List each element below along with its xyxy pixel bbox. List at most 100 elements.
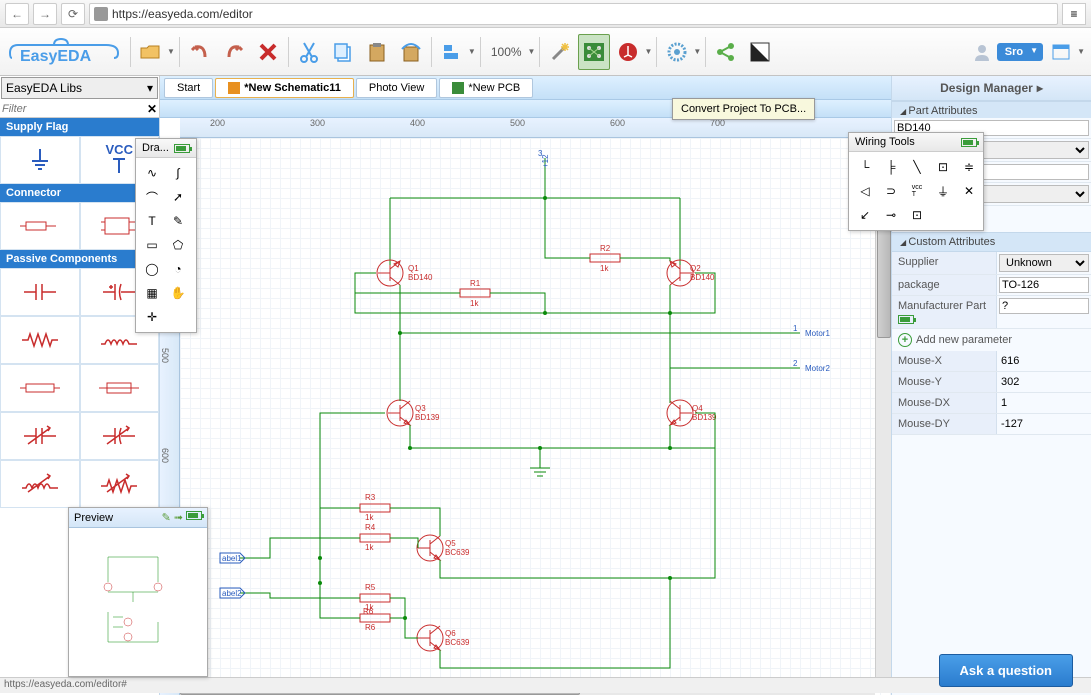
attr-supplier-value[interactable]: Unknown bbox=[999, 254, 1089, 272]
tool-origin[interactable]: ✛ bbox=[140, 306, 164, 328]
share-button[interactable] bbox=[710, 34, 742, 70]
mouse-y-value: 302 bbox=[997, 372, 1091, 392]
url-input[interactable] bbox=[112, 7, 1053, 21]
back-button[interactable]: ← bbox=[5, 3, 29, 25]
tool-bus[interactable]: ╞ bbox=[879, 156, 903, 178]
add-parameter-button[interactable]: +Add new parameter bbox=[892, 329, 1091, 351]
draw-palette[interactable]: Dra... ∿ ∫ ⌒ ➚ T ✎ ▭ ⬠ ◯ ◔ ▦ ✋ ✛ bbox=[135, 138, 197, 333]
forward-button[interactable]: → bbox=[33, 3, 57, 25]
browser-menu-button[interactable]: ≡ bbox=[1062, 3, 1086, 25]
tool-image[interactable]: ▦ bbox=[140, 282, 164, 304]
pcb-button[interactable] bbox=[578, 34, 610, 70]
redo-button[interactable] bbox=[218, 34, 250, 70]
lib-gnd[interactable] bbox=[0, 136, 80, 184]
tool-group[interactable]: ⊡ bbox=[905, 204, 929, 226]
wand-button[interactable] bbox=[544, 34, 576, 70]
lib-cap-np[interactable] bbox=[0, 268, 80, 316]
svg-text:Q3: Q3 bbox=[415, 404, 426, 413]
tool-pin[interactable]: ⊸ bbox=[879, 204, 903, 226]
tool-wire[interactable]: └ bbox=[853, 156, 877, 178]
tool-noconnect[interactable]: ✕ bbox=[957, 180, 981, 202]
ruler-horizontal: 200 300 400 500 600 700 bbox=[180, 118, 891, 138]
pdf-button[interactable] bbox=[612, 34, 644, 70]
tab-new-schematic[interactable]: *New Schematic11 bbox=[215, 78, 354, 98]
tab-start[interactable]: Start bbox=[164, 78, 213, 98]
libs-select[interactable]: EasyEDA Libs▾ bbox=[1, 77, 158, 99]
canvas-area[interactable]: 200 300 400 500 600 700 500 600 +12 3 Q1… bbox=[160, 118, 891, 695]
tool-poly[interactable]: ⬠ bbox=[166, 234, 190, 256]
attr-mfr-value[interactable] bbox=[999, 298, 1089, 314]
tool-vcc[interactable]: vccT bbox=[905, 180, 929, 202]
tool-arc[interactable]: ⌒ bbox=[140, 186, 164, 208]
reload-button[interactable]: ⟳ bbox=[61, 3, 85, 25]
pencil-icon[interactable]: ✎ bbox=[162, 511, 171, 524]
draw-palette-title: Dra... bbox=[142, 142, 169, 154]
design-manager-header[interactable]: Design Manager▸ bbox=[892, 76, 1091, 101]
panel-toggle[interactable] bbox=[1049, 40, 1073, 64]
tool-freehand[interactable]: ✎ bbox=[166, 210, 190, 232]
wiring-palette[interactable]: Wiring Tools └ ╞ ╲ ⊡ ≑ ◁ ⊃ vccT ⏚ ✕ ↙ ⊸ … bbox=[848, 132, 984, 231]
align-button[interactable] bbox=[436, 34, 468, 70]
lib-cap-var2[interactable] bbox=[80, 412, 160, 460]
zoom-label: 100% bbox=[485, 45, 528, 59]
tool-pan[interactable]: ✋ bbox=[166, 282, 190, 304]
delete-button[interactable] bbox=[252, 34, 284, 70]
tool-pie[interactable]: ◔ bbox=[166, 258, 190, 280]
tool-netport[interactable]: ⊃ bbox=[879, 180, 903, 202]
lib-fuse[interactable] bbox=[80, 364, 160, 412]
open-button[interactable] bbox=[135, 34, 167, 70]
svg-text:R3: R3 bbox=[365, 493, 376, 502]
tool-port[interactable]: ◁ bbox=[853, 180, 877, 202]
tool-arrow[interactable]: ➚ bbox=[166, 186, 190, 208]
theme-button[interactable] bbox=[744, 34, 776, 70]
arrow-icon[interactable]: ➟ bbox=[174, 511, 183, 524]
url-bar[interactable] bbox=[89, 3, 1058, 25]
cut-button[interactable] bbox=[293, 34, 325, 70]
tab-new-pcb[interactable]: *New PCB bbox=[439, 78, 533, 98]
lib-section-supply[interactable]: Supply Flag bbox=[0, 118, 159, 136]
tool-gnd[interactable]: ⏚ bbox=[931, 180, 955, 202]
lib-res[interactable] bbox=[0, 316, 80, 364]
lib-ind-var[interactable] bbox=[0, 460, 80, 508]
mouse-dy-value: -127 bbox=[997, 414, 1091, 434]
tool-probe[interactable]: ↙ bbox=[853, 204, 877, 226]
lib-conn-1[interactable] bbox=[0, 202, 80, 250]
clear-filter-icon[interactable]: ✕ bbox=[147, 102, 157, 116]
plus-icon: + bbox=[898, 333, 912, 347]
mouse-x-label: Mouse-X bbox=[892, 351, 997, 371]
tool-rect[interactable]: ▭ bbox=[140, 234, 164, 256]
svg-text:BD139: BD139 bbox=[415, 413, 440, 422]
tool-netlabel[interactable]: ⊡ bbox=[931, 156, 955, 178]
lib-res-box[interactable] bbox=[0, 364, 80, 412]
copy-button[interactable] bbox=[327, 34, 359, 70]
custom-attributes-section[interactable]: Custom Attributes bbox=[892, 232, 1091, 252]
svg-text:1: 1 bbox=[793, 324, 798, 333]
filter-input[interactable] bbox=[2, 103, 147, 115]
app-logo[interactable]: EasyEDA bbox=[6, 34, 126, 70]
mouse-y-label: Mouse-Y bbox=[892, 372, 997, 392]
main-toolbar: EasyEDA ▼ ▼ 100%▼ ▼ ▼ Sro ▼ bbox=[0, 28, 1091, 76]
attr-supplier-label: Supplier bbox=[892, 252, 997, 274]
crosspaste-button[interactable] bbox=[395, 34, 427, 70]
preview-panel[interactable]: Preview✎➟ bbox=[68, 507, 208, 677]
attr-package-value[interactable] bbox=[999, 277, 1089, 293]
tool-busentry[interactable]: ╲ bbox=[905, 156, 929, 178]
schematic-canvas[interactable]: +12 3 Q1 BD140 Q2 BD140 R1 1k R2 1k bbox=[180, 138, 891, 695]
svg-text:R6: R6 bbox=[363, 607, 374, 616]
settings-button[interactable] bbox=[661, 34, 693, 70]
tool-netflag[interactable]: ≑ bbox=[957, 156, 981, 178]
lib-res-var[interactable] bbox=[80, 460, 160, 508]
zoom-dropdown[interactable]: ▼ bbox=[528, 47, 536, 56]
svg-text:Q6: Q6 bbox=[445, 629, 456, 638]
svg-text:BD140: BD140 bbox=[690, 273, 715, 282]
undo-button[interactable] bbox=[184, 34, 216, 70]
tool-line[interactable]: ∿ bbox=[140, 162, 164, 184]
tab-photo-view[interactable]: Photo View bbox=[356, 78, 437, 98]
tool-bezier[interactable]: ∫ bbox=[166, 162, 190, 184]
tool-ellipse[interactable]: ◯ bbox=[140, 258, 164, 280]
paste-button[interactable] bbox=[361, 34, 393, 70]
ask-question-button[interactable]: Ask a question bbox=[939, 654, 1073, 687]
tool-text[interactable]: T bbox=[140, 210, 164, 232]
user-menu[interactable]: Sro bbox=[997, 43, 1043, 61]
lib-cap-var[interactable] bbox=[0, 412, 80, 460]
